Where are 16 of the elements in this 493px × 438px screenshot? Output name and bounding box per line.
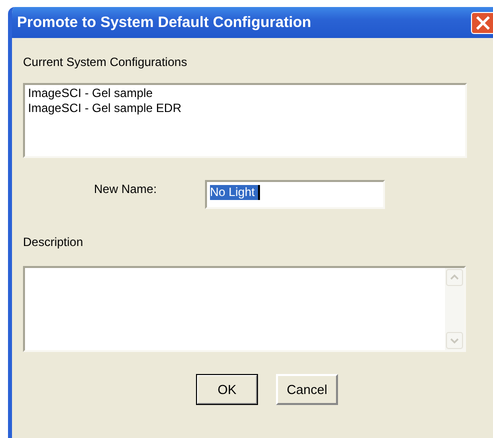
- scroll-down-icon: [446, 332, 463, 349]
- dialog-button[interactable]: OK: [196, 374, 258, 405]
- description-label: Description: [23, 235, 84, 249]
- window-title: Promote to System Default Configuration: [16, 14, 312, 31]
- dialog-button[interactable]: Cancel: [276, 374, 338, 405]
- list-item[interactable]: ImageSCI - Gel sample EDR: [28, 101, 182, 116]
- close-button[interactable]: [471, 12, 493, 34]
- list-item[interactable]: ImageSCI - Gel sample: [28, 86, 153, 101]
- field-value: No Light: [210, 185, 258, 200]
- name-field[interactable]: No Light: [205, 180, 385, 209]
- close-icon: [476, 16, 490, 30]
- configurations-list[interactable]: ImageSCI - Gel sample ImageSCI - Gel sample EDR: [23, 83, 467, 158]
- configurations-label: Current System Configurations: [23, 55, 188, 69]
- new-name-label: New Name:: [94, 182, 158, 196]
- scroll-up-icon: [446, 269, 463, 286]
- description-field[interactable]: [23, 266, 466, 352]
